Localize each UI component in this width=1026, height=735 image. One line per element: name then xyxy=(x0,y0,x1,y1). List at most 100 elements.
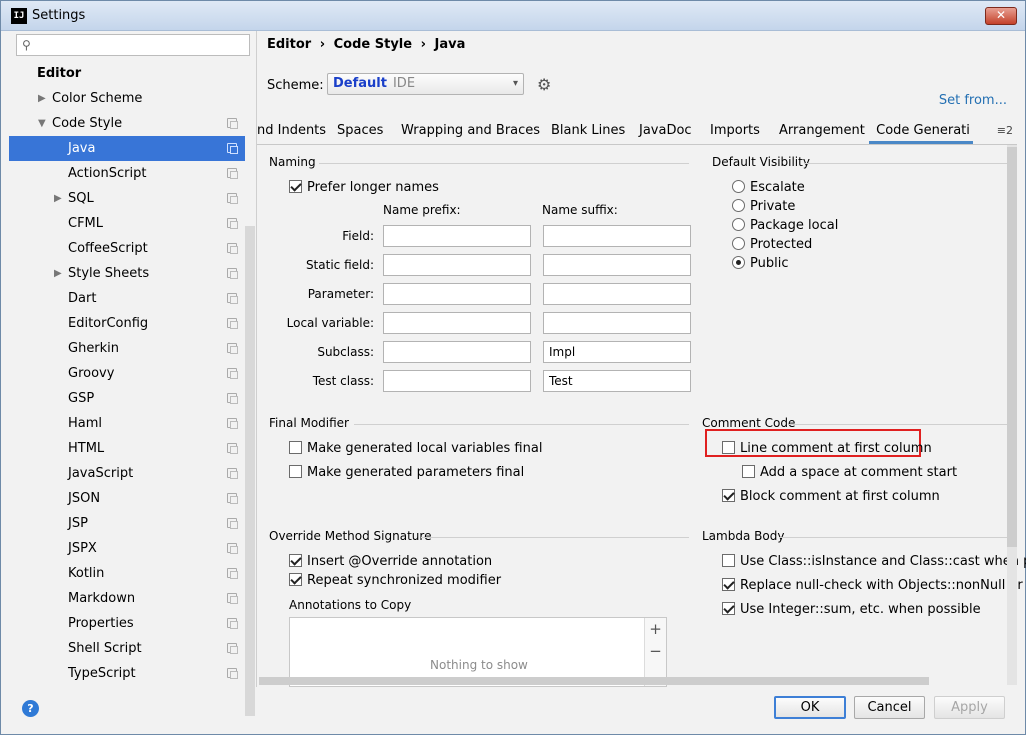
sidebar-item-sql[interactable]: ▶ SQL xyxy=(9,186,245,211)
sidebar-item-code-style[interactable]: ▼ Code Style xyxy=(9,111,245,136)
visibility-public-radio[interactable]: Public xyxy=(732,256,788,271)
chevron-right-icon[interactable]: ▶ xyxy=(54,261,62,286)
name-prefix-field[interactable] xyxy=(383,370,531,392)
name-prefix-field[interactable] xyxy=(383,254,531,276)
intellij-logo-icon: IJ xyxy=(11,8,27,24)
sidebar-item-html[interactable]: HTML xyxy=(9,436,245,461)
name-suffix-field[interactable] xyxy=(543,312,691,334)
chevron-right-icon[interactable]: ▶ xyxy=(54,186,62,211)
tab-javadoc[interactable]: JavaDoc xyxy=(639,123,692,138)
sidebar-item-kotlin[interactable]: Kotlin xyxy=(9,561,245,586)
sidebar-item-editorconfig[interactable]: EditorConfig xyxy=(9,311,245,336)
cancel-button[interactable]: Cancel xyxy=(854,696,925,719)
chevron-down-icon: ▾ xyxy=(512,78,518,89)
use-isinstance-checkbox[interactable]: Use Class::isInstance and Class::cast wh… xyxy=(722,554,1026,569)
visibility-escalate-radio[interactable]: Escalate xyxy=(732,180,805,195)
tab-imports[interactable]: Imports xyxy=(710,123,760,138)
sidebar-item-label: JSON xyxy=(68,491,101,506)
divider xyxy=(779,537,1014,538)
sidebar-item-haml[interactable]: Haml xyxy=(9,411,245,436)
name-prefix-field[interactable] xyxy=(383,312,531,334)
name-suffix-field[interactable] xyxy=(543,225,691,247)
sidebar-item-editor[interactable]: Editor xyxy=(9,61,245,86)
prefer-longer-names-checkbox[interactable]: Prefer longer names xyxy=(289,180,439,195)
remove-icon[interactable]: − xyxy=(645,640,666,662)
sidebar-item-label: Markdown xyxy=(68,591,136,606)
close-button[interactable]: ✕ xyxy=(985,7,1017,25)
add-space-comment-checkbox[interactable]: Add a space at comment start xyxy=(742,465,957,480)
visibility-package-local-radio[interactable]: Package local xyxy=(732,218,838,233)
code-generation-panel: Naming Prefer longer names Name prefix: … xyxy=(259,145,1026,687)
copy-icon xyxy=(227,193,238,204)
divider xyxy=(804,163,1014,164)
name-prefix-field[interactable] xyxy=(383,341,531,363)
name-prefix-field[interactable] xyxy=(383,283,531,305)
sidebar-item-gsp[interactable]: GSP xyxy=(9,386,245,411)
line-comment-first-column-checkbox[interactable]: Line comment at first column xyxy=(722,441,932,456)
search-input[interactable]: ⚲ xyxy=(16,34,250,56)
sidebar-item-markdown[interactable]: Markdown xyxy=(9,586,245,611)
gear-icon[interactable]: ⚙ xyxy=(537,75,551,94)
name-suffix-field[interactable]: Impl xyxy=(543,341,691,363)
checkbox-box xyxy=(289,573,302,586)
sidebar-scrollbar[interactable] xyxy=(245,226,255,716)
chevron-right-icon[interactable]: ▶ xyxy=(38,86,46,111)
content-horizontal-scrollbar[interactable] xyxy=(259,677,929,685)
name-suffix-field[interactable] xyxy=(543,254,691,276)
sidebar-item-jsp[interactable]: JSP xyxy=(9,511,245,536)
comment-code-group-title: Comment Code xyxy=(702,416,796,430)
sidebar-item-dart[interactable]: Dart xyxy=(9,286,245,311)
sidebar-item-jspx[interactable]: JSPX xyxy=(9,536,245,561)
checkbox-box xyxy=(722,602,735,615)
copy-icon xyxy=(227,243,238,254)
tab-blank-lines[interactable]: Blank Lines xyxy=(551,123,625,138)
tab-indents[interactable]: nd Indents xyxy=(257,123,326,138)
sidebar-item-java[interactable]: Java xyxy=(9,136,245,161)
name-suffix-field[interactable] xyxy=(543,283,691,305)
chevron-down-icon[interactable]: ▼ xyxy=(38,111,46,136)
sidebar-item-color-scheme[interactable]: ▶ Color Scheme xyxy=(9,86,245,111)
sidebar-item-json[interactable]: JSON xyxy=(9,486,245,511)
sidebar-item-actionscript[interactable]: ActionScript xyxy=(9,161,245,186)
naming-row-label: Field: xyxy=(342,229,374,243)
tab-wrapping-and-braces[interactable]: Wrapping and Braces xyxy=(401,123,540,138)
annotations-to-copy-title: Annotations to Copy xyxy=(289,598,412,612)
use-integer-sum-checkbox[interactable]: Use Integer::sum, etc. when possible xyxy=(722,602,981,617)
final-local-variables-checkbox[interactable]: Make generated local variables final xyxy=(289,441,542,456)
ok-button[interactable]: OK xyxy=(774,696,846,719)
tab-arrangement[interactable]: Arrangement xyxy=(779,123,865,138)
name-prefix-field[interactable] xyxy=(383,225,531,247)
apply-button[interactable]: Apply xyxy=(934,696,1005,719)
add-icon[interactable]: + xyxy=(645,618,666,640)
sidebar-item-gherkin[interactable]: Gherkin xyxy=(9,336,245,361)
tab-spaces[interactable]: Spaces xyxy=(337,123,383,138)
scrollbar-thumb[interactable] xyxy=(1007,147,1017,547)
copy-icon xyxy=(227,368,238,379)
visibility-protected-radio[interactable]: Protected xyxy=(732,237,812,252)
sidebar-item-javascript[interactable]: JavaScript xyxy=(9,461,245,486)
block-comment-first-column-checkbox[interactable]: Block comment at first column xyxy=(722,489,940,504)
copy-icon xyxy=(227,468,238,479)
final-parameters-checkbox[interactable]: Make generated parameters final xyxy=(289,465,524,480)
sidebar-item-shell-script[interactable]: Shell Script xyxy=(9,636,245,661)
sidebar-item-coffeescript[interactable]: CoffeeScript xyxy=(9,236,245,261)
breadcrumb-code-style: Code Style xyxy=(333,37,413,52)
more-tabs-icon[interactable]: ≡2 xyxy=(997,124,1013,137)
breadcrumb-editor: Editor xyxy=(267,37,312,52)
content-vertical-scrollbar[interactable] xyxy=(1007,145,1017,685)
sidebar-item-groovy[interactable]: Groovy xyxy=(9,361,245,386)
set-from-link[interactable]: Set from... xyxy=(939,93,1007,108)
sidebar-item-label: EditorConfig xyxy=(68,316,149,331)
insert-override-checkbox[interactable]: Insert @Override annotation xyxy=(289,554,492,569)
replace-null-check-checkbox[interactable]: Replace null-check with Objects::nonNull… xyxy=(722,578,1026,593)
help-icon[interactable]: ? xyxy=(22,700,39,717)
sidebar-item-cfml[interactable]: CFML xyxy=(9,211,245,236)
tab-code-generation[interactable]: Code Generati xyxy=(869,123,973,144)
visibility-private-radio[interactable]: Private xyxy=(732,199,795,214)
repeat-synchronized-checkbox[interactable]: Repeat synchronized modifier xyxy=(289,573,501,588)
sidebar-item-typescript[interactable]: TypeScript xyxy=(9,661,245,686)
sidebar-item-style-sheets[interactable]: ▶ Style Sheets xyxy=(9,261,245,286)
sidebar-item-properties[interactable]: Properties xyxy=(9,611,245,636)
name-suffix-field[interactable]: Test xyxy=(543,370,691,392)
scheme-dropdown[interactable]: Default IDE ▾ xyxy=(327,73,524,95)
